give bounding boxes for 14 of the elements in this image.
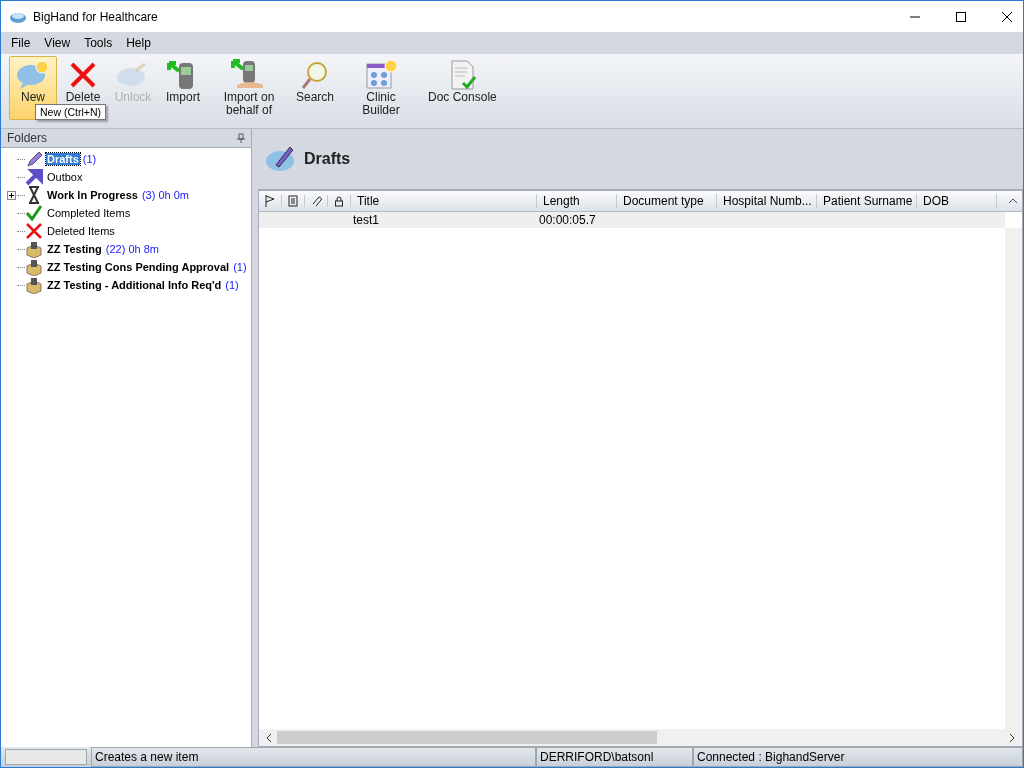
folder-count: (1) (225, 279, 239, 291)
content-title: Drafts (304, 150, 351, 168)
table-cell-text: 00:00:05.7 (538, 213, 597, 227)
window-title: BigHand for Healthcare (33, 9, 158, 24)
status-text: Connected : BighandServer (693, 747, 1023, 767)
folder-count: (3) 0h 0m (141, 189, 189, 201)
folder-count: (1) (82, 153, 97, 165)
folder-count: (22) 0h 8m (105, 243, 159, 255)
tooltip: New (Ctrl+N) (35, 104, 106, 120)
table-cell-text: test1 (352, 213, 380, 227)
folder-count: (1) (233, 261, 247, 273)
status-text: DERRIFORD\batsonl (536, 747, 693, 767)
panel-title: Folders (7, 131, 47, 145)
status-text: Creates a new item (91, 747, 536, 767)
